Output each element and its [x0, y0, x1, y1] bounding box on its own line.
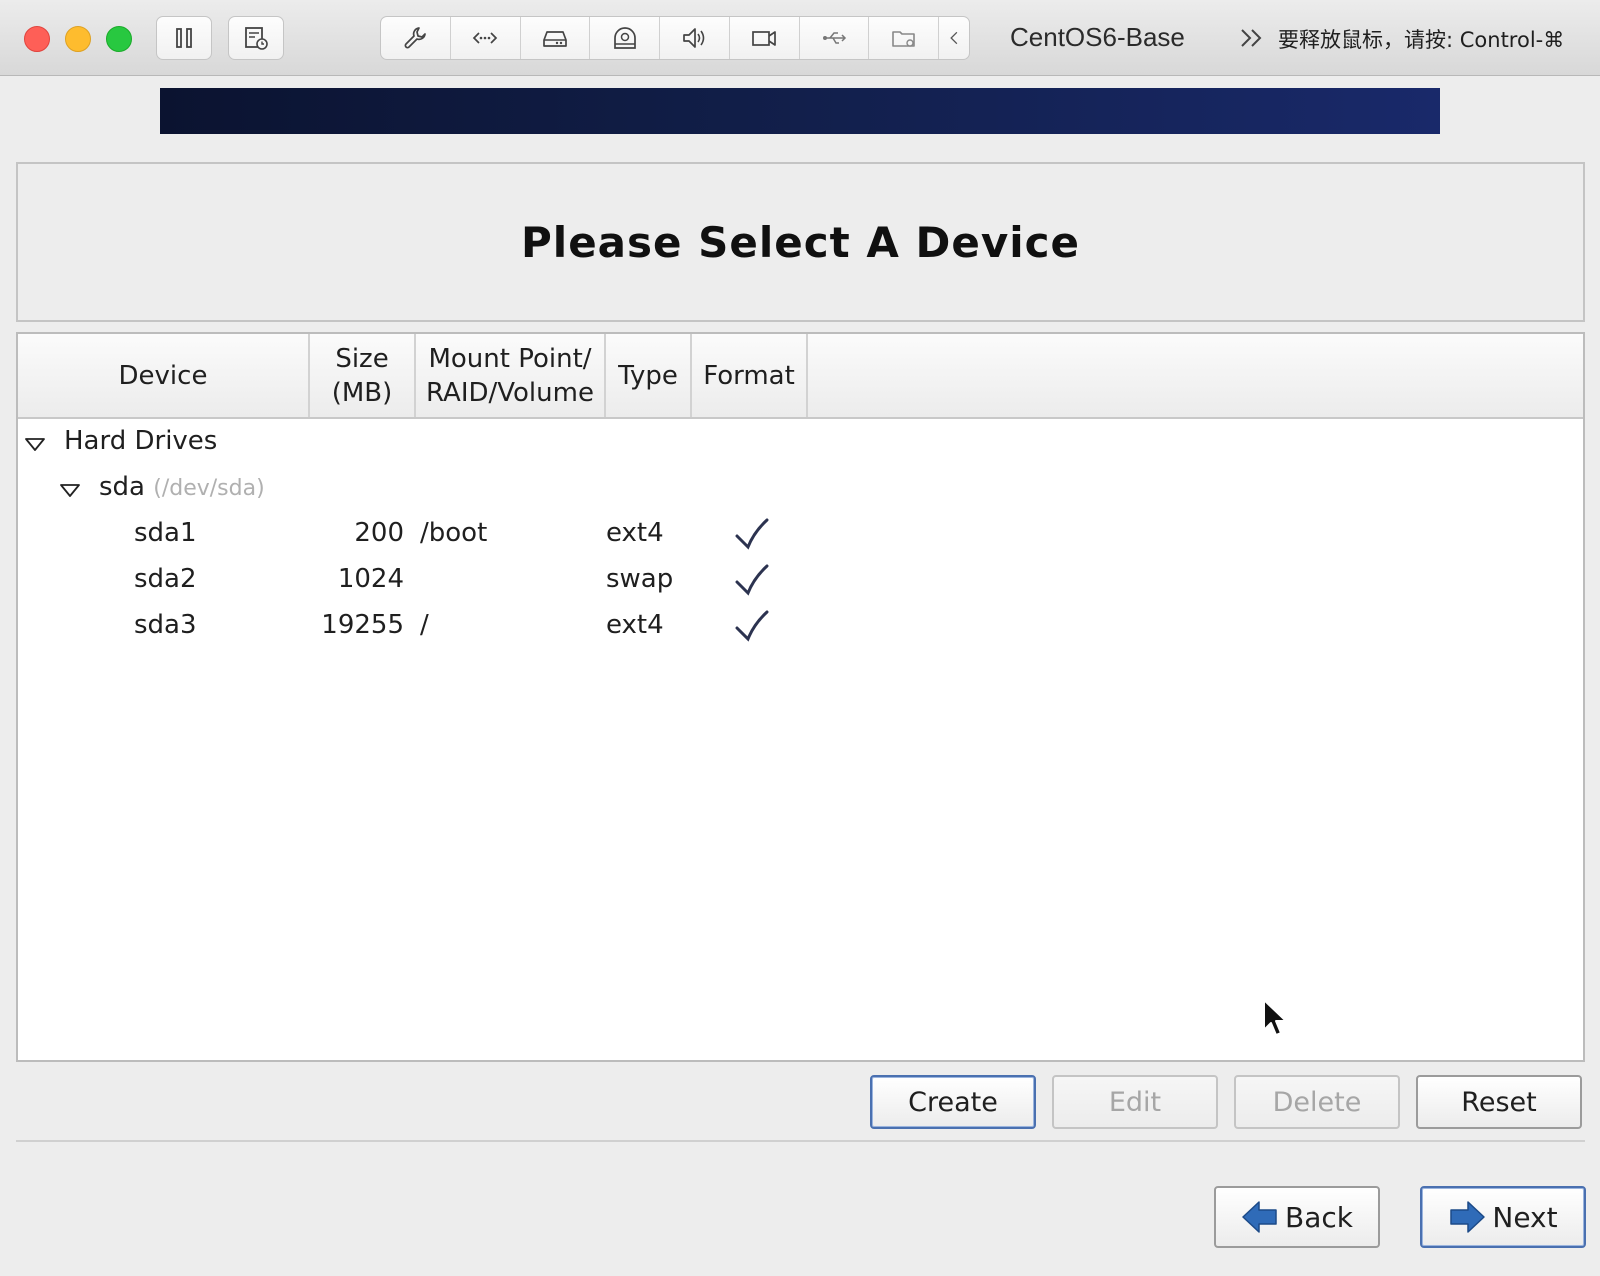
partition-mount: /boot — [420, 518, 488, 548]
partition-type: ext4 — [606, 610, 664, 640]
partition-type: ext4 — [606, 518, 664, 548]
installer-banner — [160, 88, 1440, 134]
vm-titlebar: CentOS6-Base 要释放鼠标，请按: Control-⌘ — [0, 0, 1600, 76]
cd-icon — [613, 27, 636, 49]
heading-panel: Please Select A Device — [16, 162, 1585, 322]
camera-icon — [752, 31, 777, 46]
snapshot-icon — [245, 27, 268, 50]
partition-size: 1024 — [337, 564, 404, 594]
mouse-cursor-icon — [1263, 999, 1287, 1036]
disk-name: sda — [99, 472, 145, 502]
group-label: Hard Drives — [64, 426, 218, 456]
edit-button[interactable]: Edit — [1052, 1075, 1218, 1129]
double-chevron-icon[interactable] — [1237, 24, 1267, 52]
column-header-type[interactable]: Type — [606, 334, 692, 417]
partition-size: 200 — [354, 518, 404, 548]
format-check-icon — [735, 610, 769, 642]
wrench-icon — [404, 27, 427, 49]
camera-button[interactable] — [730, 17, 800, 59]
partition-device: sda2 — [134, 564, 197, 594]
delete-button[interactable]: Delete — [1234, 1075, 1400, 1129]
table-row[interactable]: sda2 1024 swap — [18, 560, 1583, 604]
pause-icon — [176, 28, 192, 48]
next-button[interactable]: Next — [1420, 1186, 1586, 1248]
usb-icon — [822, 32, 847, 44]
next-arrow-icon — [1450, 1201, 1486, 1233]
vm-device-toolbar — [380, 16, 970, 60]
disk-icon — [543, 31, 567, 47]
back-button[interactable]: Back — [1214, 1186, 1380, 1248]
table-row[interactable]: sda3 19255 / ext4 — [18, 606, 1583, 650]
vm-title: CentOS6-Base — [1010, 22, 1185, 52]
settings-button[interactable] — [381, 17, 451, 59]
create-button[interactable]: Create — [870, 1075, 1036, 1129]
pause-button[interactable] — [156, 16, 212, 60]
partition-device: sda3 — [134, 610, 197, 640]
column-header-mount-point[interactable]: Mount Point/ RAID/Volume — [416, 334, 606, 417]
minimize-window-button[interactable] — [65, 26, 91, 52]
back-arrow-icon — [1242, 1201, 1277, 1233]
column-header-format[interactable]: Format — [692, 334, 808, 417]
format-check-icon — [735, 564, 769, 596]
back-label: Back — [1285, 1200, 1353, 1234]
device-tree[interactable]: Device Size (MB) Mount Point/ RAID/Volum… — [16, 332, 1585, 1062]
button-divider — [16, 1140, 1585, 1142]
tree-header: Device Size (MB) Mount Point/ RAID/Volum… — [18, 334, 1583, 419]
format-check-icon — [735, 518, 769, 550]
cd-dvd-button[interactable] — [590, 17, 661, 59]
tree-row-hard-drives[interactable]: Hard Drives — [18, 422, 1583, 466]
snapshot-button[interactable] — [228, 16, 284, 60]
page-title: Please Select A Device — [521, 217, 1080, 267]
hard-disk-button[interactable] — [521, 17, 591, 59]
expander-triangle-icon[interactable] — [59, 482, 81, 498]
shared-folder-icon — [891, 31, 915, 47]
table-row[interactable]: sda1 200 /boot ext4 — [18, 514, 1583, 558]
network-button[interactable] — [451, 17, 521, 59]
tree-row-sda[interactable]: sda (/dev/sda) — [18, 468, 1583, 512]
partition-size: 19255 — [321, 610, 404, 640]
usb-button[interactable] — [800, 17, 870, 59]
collapse-icon — [950, 31, 958, 45]
partition-mount: / — [420, 610, 429, 640]
collapse-toolbar-button[interactable] — [939, 17, 969, 59]
next-label: Next — [1492, 1200, 1558, 1234]
disk-path: (/dev/sda) — [153, 476, 265, 501]
close-window-button[interactable] — [24, 26, 50, 52]
zoom-window-button[interactable] — [106, 26, 132, 52]
column-header-size[interactable]: Size (MB) — [310, 334, 416, 417]
partition-type: swap — [606, 564, 674, 594]
sound-icon — [683, 28, 705, 48]
network-icon — [472, 32, 498, 44]
partition-device: sda1 — [134, 518, 197, 548]
mouse-release-hint: 要释放鼠标，请按: Control-⌘ — [1278, 28, 1565, 52]
reset-button[interactable]: Reset — [1416, 1075, 1582, 1129]
expander-triangle-icon[interactable] — [24, 436, 46, 452]
shared-folder-button[interactable] — [869, 17, 940, 59]
sound-button[interactable] — [660, 17, 730, 59]
column-header-device[interactable]: Device — [18, 334, 310, 417]
